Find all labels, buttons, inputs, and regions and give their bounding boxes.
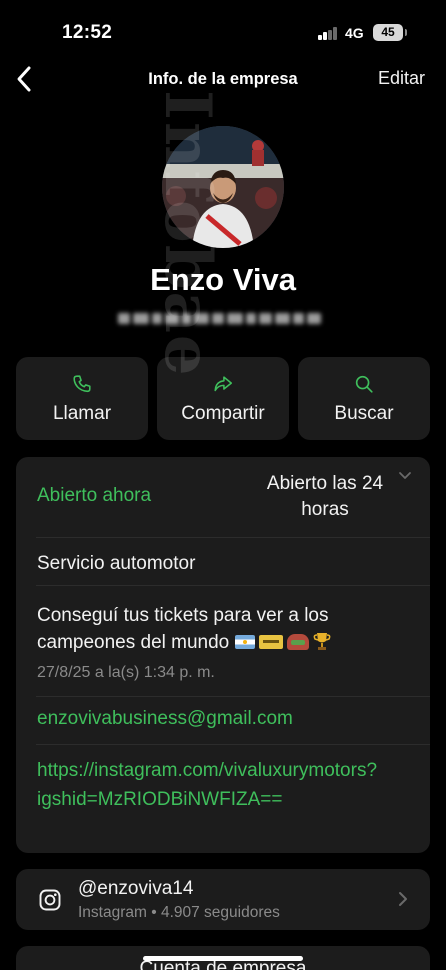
instagram-followers: Instagram • 4.907 seguidores	[78, 904, 280, 921]
instagram-handle: @enzoviva14	[78, 878, 194, 899]
business-hours[interactable]: Abierto las 24 horas	[260, 471, 390, 523]
chevron-right-icon	[399, 892, 407, 906]
stadium-icon	[286, 634, 309, 650]
instagram-row[interactable]: @enzoviva14 Instagram • 4.907 seguidores	[16, 869, 430, 930]
divider	[36, 744, 430, 745]
email-link[interactable]: enzovivabusiness@gmail.com	[37, 708, 293, 730]
share-icon	[214, 376, 233, 392]
description-text: Conseguí tus tickets para ver a los camp…	[37, 605, 329, 653]
edit-button[interactable]: Editar	[378, 68, 425, 89]
argentina-flag-icon	[234, 635, 255, 649]
business-description: Conseguí tus tickets para ver a los camp…	[37, 602, 412, 656]
call-label: Llamar	[52, 403, 112, 424]
status-time: 12:52	[62, 22, 113, 43]
share-button[interactable]: Compartir	[157, 357, 289, 440]
status-bar: 12:52 4G 45	[0, 0, 446, 56]
avatar[interactable]	[162, 126, 284, 248]
trophy-icon	[313, 633, 330, 650]
search-icon	[355, 375, 373, 393]
search-label: Buscar	[334, 403, 394, 424]
profile-photo	[162, 126, 284, 248]
share-label: Compartir	[181, 403, 265, 424]
action-buttons: Llamar Compartir Buscar	[16, 357, 430, 440]
home-indicator	[143, 956, 303, 961]
profile-name: Enzo Viva	[150, 262, 296, 297]
business-info-card: Abierto ahora Abierto las 24 horas Servi…	[16, 457, 430, 853]
chevron-down-icon[interactable]	[398, 471, 412, 481]
instagram-icon	[39, 889, 61, 911]
business-category: Servicio automotor	[37, 553, 196, 574]
call-button[interactable]: Llamar	[16, 357, 148, 440]
phone-icon	[73, 375, 91, 393]
divider	[36, 696, 430, 697]
website-link[interactable]: https://instagram.com/vivaluxurymotors?i…	[37, 757, 377, 814]
signal-icon	[318, 27, 340, 40]
divider	[36, 585, 430, 586]
network-label: 4G	[345, 25, 364, 41]
battery-icon: 45	[373, 24, 407, 41]
open-status: Abierto ahora	[37, 485, 152, 506]
description-timestamp: 27/8/25 a la(s) 1:34 p. m.	[37, 664, 215, 681]
blurred-phone-number	[118, 308, 326, 328]
divider	[36, 537, 430, 538]
navigation-bar: Info. de la empresa Editar	[0, 56, 446, 102]
search-button[interactable]: Buscar	[298, 357, 430, 440]
ticket-icon	[258, 635, 283, 649]
